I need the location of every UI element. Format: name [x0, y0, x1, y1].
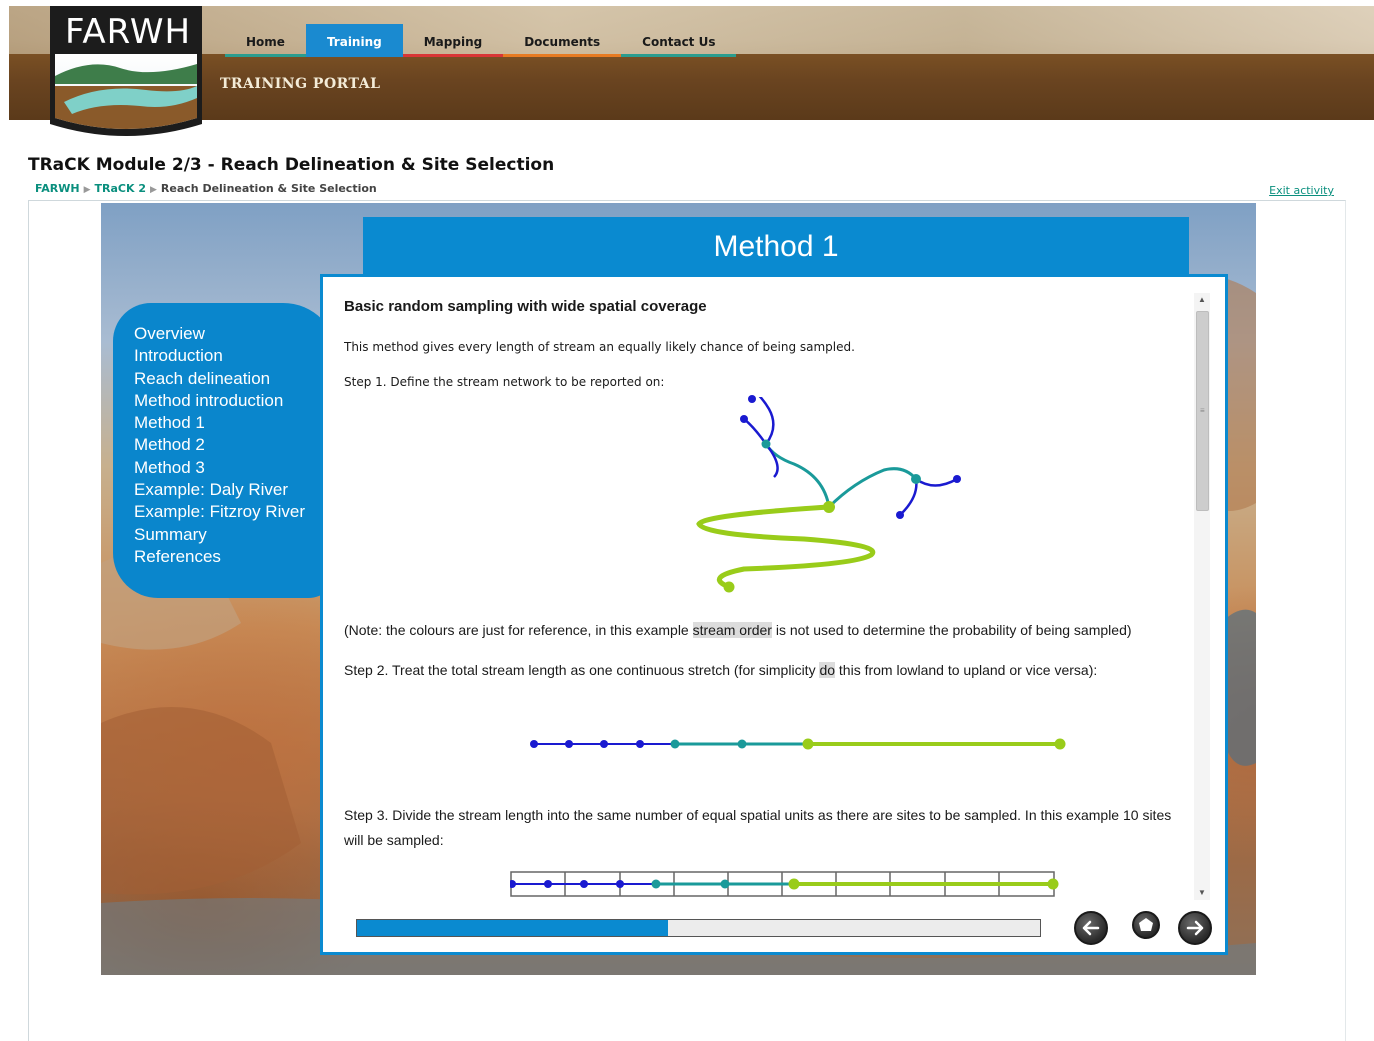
activity-stage: Method 1 Overview Introduction Reach del…: [101, 203, 1256, 975]
stream-order-2-right: [827, 467, 918, 509]
node: [911, 474, 921, 484]
menu-item-method-1[interactable]: Method 1: [134, 412, 305, 434]
scroll-up-icon[interactable]: ▲: [1194, 293, 1210, 307]
content-scrollbar[interactable]: ▲ ≡ ▼: [1194, 293, 1210, 900]
chevron-right-icon: ▶: [83, 185, 91, 195]
nav-contact[interactable]: Contact Us: [621, 24, 737, 57]
progress-fill: [357, 920, 668, 936]
nav-training[interactable]: Training: [305, 24, 403, 57]
breadcrumb-track2[interactable]: TRaCK 2: [95, 182, 146, 195]
nav-mapping[interactable]: Mapping: [402, 24, 504, 57]
breadcrumb-farwh[interactable]: FARWH: [35, 182, 80, 195]
note-text: (Note: the colours are just for referenc…: [344, 618, 1184, 643]
node: [565, 740, 573, 748]
note-highlight: stream order: [692, 622, 772, 638]
node: [544, 880, 552, 888]
node: [896, 511, 904, 519]
stream-network-diagram: [696, 397, 961, 593]
menu-item-reach-delineation[interactable]: Reach delineation: [134, 368, 305, 390]
logo-text: FARWH: [64, 12, 192, 52]
nav-documents-label: Documents: [524, 35, 601, 49]
node: [737, 739, 747, 749]
node: [723, 581, 735, 593]
stream-order-3: [696, 504, 876, 590]
node: [953, 475, 961, 483]
nav-home[interactable]: Home: [225, 24, 306, 57]
breadcrumb: FARWH ▶ TRaCK 2 ▶ Reach Delineation & Site S…: [35, 182, 377, 195]
node: [740, 415, 748, 423]
step2-text-b: this from lowland to upland or vice vers…: [835, 662, 1098, 678]
step2-text-a: Step 2. Treat the total stream length as…: [344, 662, 820, 678]
menu-item-method-3[interactable]: Method 3: [134, 457, 305, 479]
menu-item-introduction[interactable]: Introduction: [134, 345, 305, 367]
node: [600, 740, 608, 748]
stream-source-node: [748, 395, 756, 403]
step1-text: Step 1. Define the stream network to be …: [344, 375, 665, 389]
node: [651, 879, 661, 889]
step2-text: Step 2. Treat the total stream length as…: [344, 658, 1184, 683]
node: [580, 880, 588, 888]
intro-text: This method gives every length of stream…: [344, 340, 855, 354]
node: [720, 879, 730, 889]
node: [823, 501, 835, 513]
scroll-content: Basic random sampling with wide spatial …: [344, 277, 1184, 897]
menu-item-overview[interactable]: Overview: [134, 323, 305, 345]
menu-item-method-2[interactable]: Method 2: [134, 434, 305, 456]
nav-training-label: Training: [326, 35, 382, 49]
module-title: TRaCK Module 2/3 - Reach Delineation & S…: [28, 155, 555, 175]
node: [636, 740, 644, 748]
nav-documents[interactable]: Documents: [503, 24, 622, 57]
node: [616, 880, 624, 888]
stream-order-1-right: [899, 477, 958, 516]
step3-text: Step 3. Divide the stream length into th…: [344, 807, 1172, 848]
node: [530, 740, 538, 748]
node: [748, 395, 756, 403]
content-panel: Basic random sampling with wide spatial …: [320, 274, 1228, 955]
farwh-logo[interactable]: FARWH: [50, 6, 202, 140]
node: [802, 738, 814, 750]
chevron-right-icon: ▶: [149, 185, 157, 195]
next-button[interactable]: [1178, 911, 1212, 945]
portal-title: TRAINING PORTAL: [220, 76, 381, 92]
node: [788, 878, 800, 890]
module-menu: Overview Introduction Reach delineation …: [113, 303, 338, 598]
exit-activity-link[interactable]: Exit activity: [1269, 184, 1334, 197]
node: [1054, 738, 1066, 750]
menu-item-references[interactable]: References: [134, 546, 305, 568]
node: [761, 439, 771, 449]
scroll-thumb[interactable]: ≡: [1196, 311, 1209, 511]
node: [510, 880, 516, 888]
note-text-a: (Note: the colours are just for referenc…: [344, 622, 693, 638]
home-icon: [1139, 918, 1153, 931]
menu-item-summary[interactable]: Summary: [134, 524, 305, 546]
linear-stream-diagram: [530, 738, 1066, 750]
grip-icon: ≡: [1200, 406, 1205, 415]
progress-bar: [356, 919, 1041, 937]
menu-item-daly-river[interactable]: Example: Daly River: [134, 479, 305, 501]
divided-stream-diagram: [510, 871, 1059, 897]
menu-item-method-introduction[interactable]: Method introduction: [134, 390, 305, 412]
nav-home-label: Home: [246, 35, 285, 49]
arrow-left-icon: [1082, 920, 1100, 936]
back-button[interactable]: [1074, 911, 1108, 945]
content-heading: Basic random sampling with wide spatial …: [344, 298, 707, 315]
menu-item-fitzroy-river[interactable]: Example: Fitzroy River: [134, 501, 305, 523]
node: [1047, 878, 1059, 890]
slide-title: Method 1: [363, 217, 1189, 277]
scroll-down-icon[interactable]: ▼: [1194, 886, 1210, 900]
home-button[interactable]: [1132, 911, 1160, 939]
main-nav: Home Training Mapping Documents Contact …: [225, 24, 737, 57]
nav-mapping-label: Mapping: [423, 35, 483, 49]
nav-contact-label: Contact Us: [642, 35, 716, 49]
breadcrumb-current: Reach Delineation & Site Selection: [160, 182, 377, 195]
node: [670, 739, 680, 749]
note-text-b: is not used to determine the probability…: [771, 622, 1132, 638]
step2-highlight: do: [819, 662, 836, 678]
arrow-right-icon: [1186, 920, 1204, 936]
